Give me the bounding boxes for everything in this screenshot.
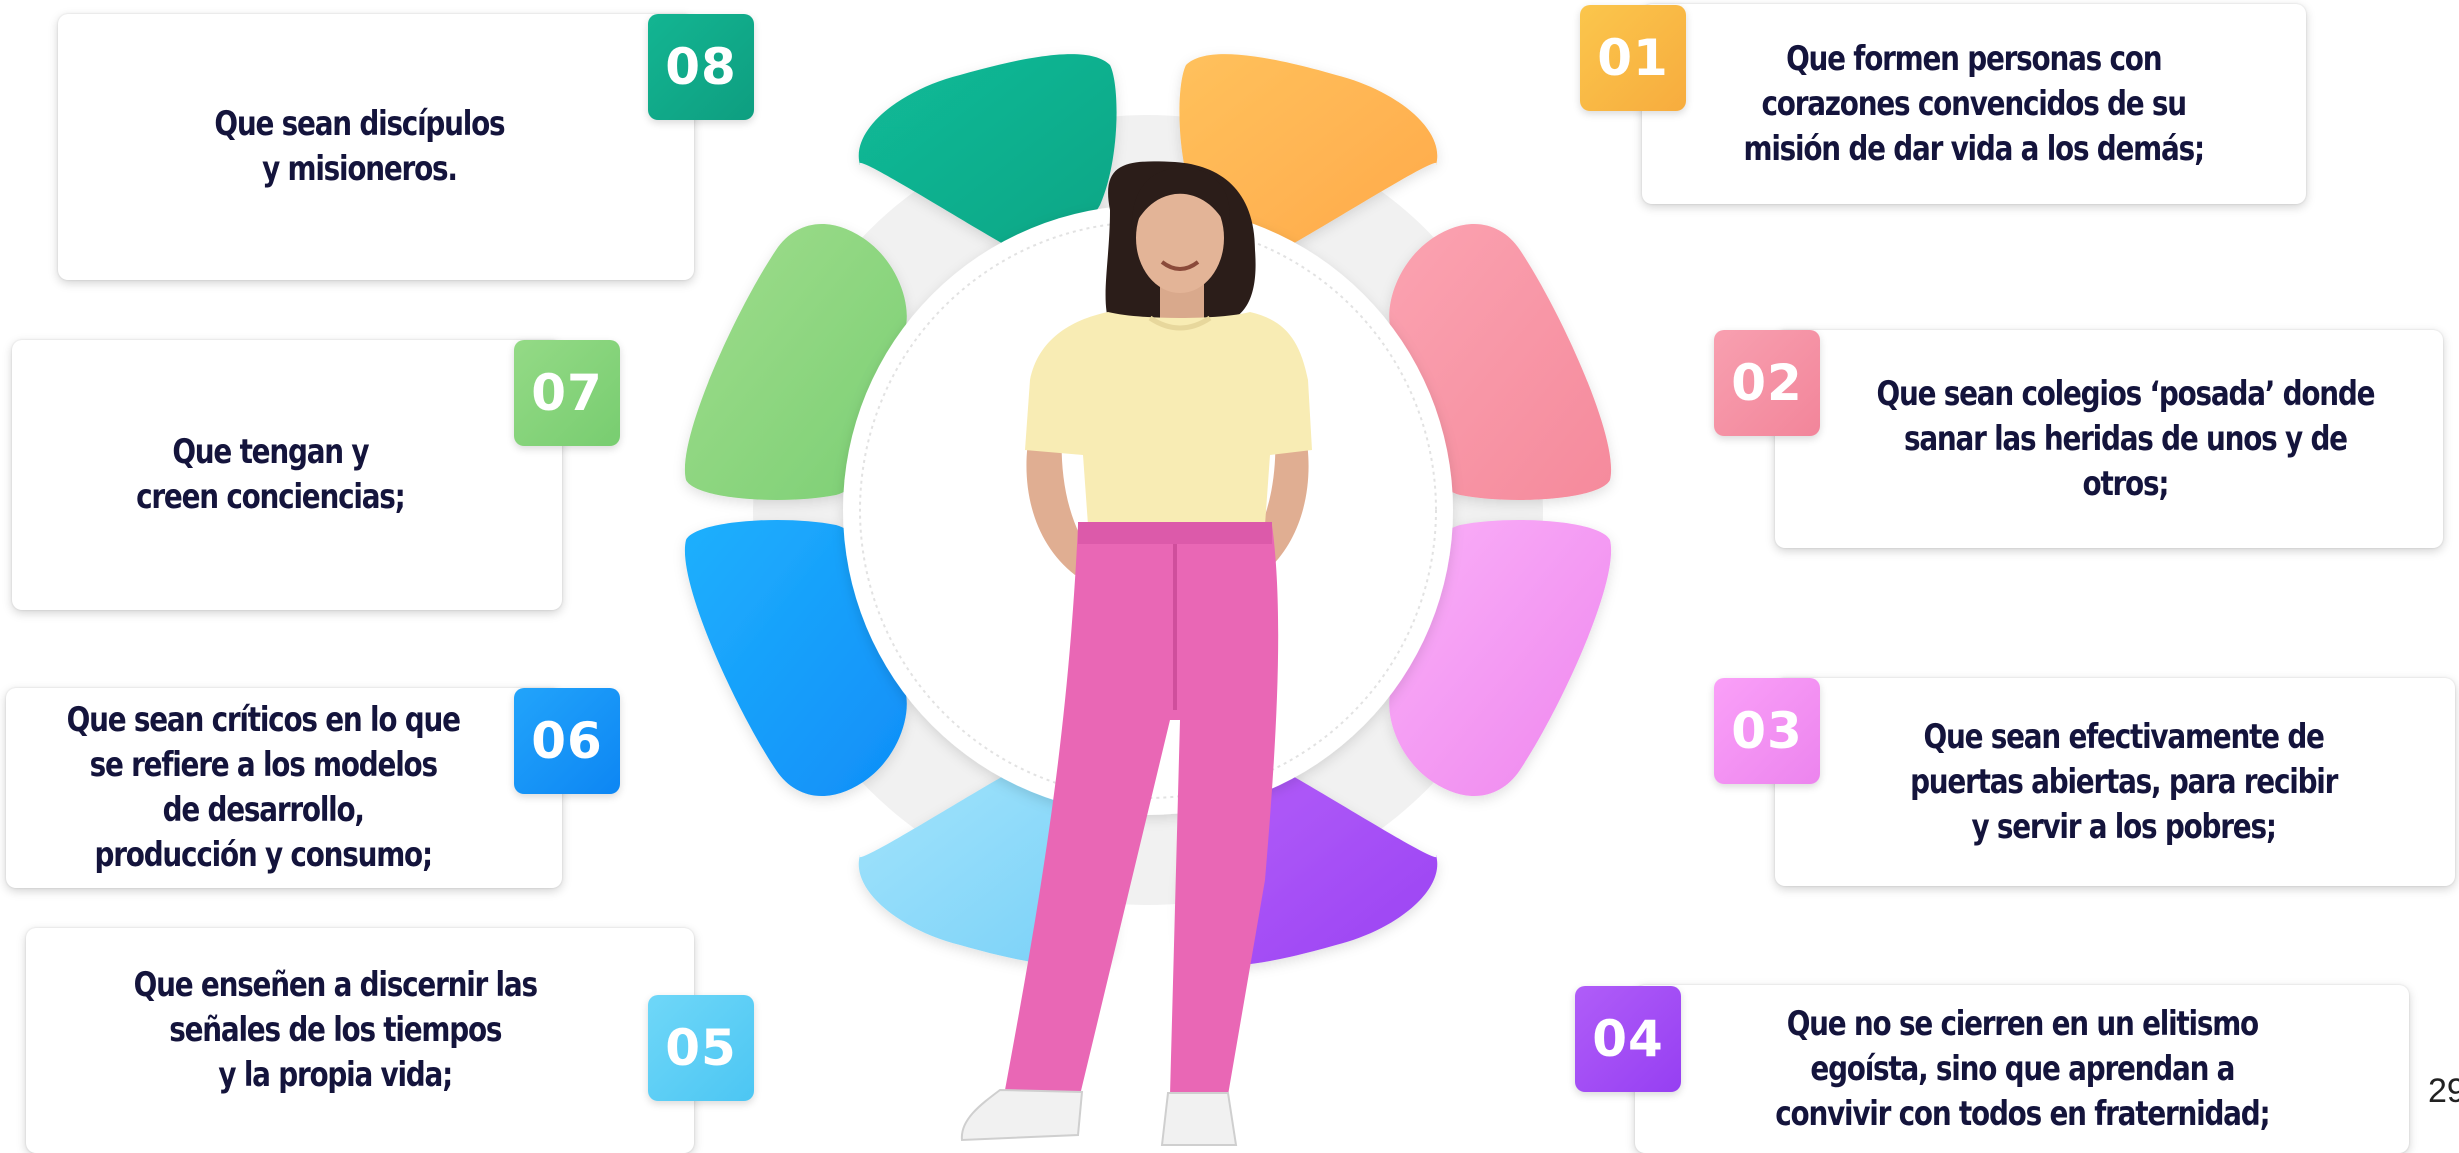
person-waistband xyxy=(1078,522,1272,544)
card-01: Que formen personas con corazones conven… xyxy=(1642,4,2306,204)
card-06-text: Que sean críticos en lo que se refiere a… xyxy=(66,700,461,875)
person-shirt xyxy=(1025,312,1312,525)
card-05: Que enseñen a discernir las señales de l… xyxy=(26,928,694,1153)
card-02-text: Que sean colegios ‘posada’ donde sanar l… xyxy=(1876,373,2375,504)
card-02: Que sean colegios ‘posada’ donde sanar l… xyxy=(1775,330,2443,548)
badge-06-number: 06 xyxy=(531,712,603,770)
badge-06: 06 xyxy=(514,688,620,794)
badge-03: 03 xyxy=(1714,678,1820,784)
badge-07-number: 07 xyxy=(531,364,603,422)
card-03: Que sean efectivamente de puertas abiert… xyxy=(1775,678,2455,886)
card-04: Que no se cierren en un elitismo egoísta… xyxy=(1635,985,2409,1153)
card-04-text: Que no se cierren en un elitismo egoísta… xyxy=(1774,1003,2270,1134)
badge-05: 05 xyxy=(648,995,754,1101)
badge-02-number: 02 xyxy=(1731,354,1803,412)
badge-04-number: 04 xyxy=(1592,1010,1664,1068)
badge-03-number: 03 xyxy=(1731,702,1803,760)
page-number: 29 xyxy=(2428,1072,2459,1110)
person-left-shoe xyxy=(960,1088,1084,1142)
card-06: Que sean críticos en lo que se refiere a… xyxy=(6,688,562,888)
person-right-shoe xyxy=(1160,1092,1238,1146)
card-07-text: Que tengan y creen conciencias; xyxy=(136,432,406,517)
badge-01-number: 01 xyxy=(1597,29,1669,87)
badge-08-number: 08 xyxy=(665,38,737,96)
badge-05-number: 05 xyxy=(665,1019,737,1077)
badge-08: 08 xyxy=(648,14,754,120)
card-03-text: Que sean efectivamente de puertas abiert… xyxy=(1909,716,2338,847)
badge-01: 01 xyxy=(1580,5,1686,111)
badge-02: 02 xyxy=(1714,330,1820,436)
card-08-text: Que sean discípulos y misioneros. xyxy=(214,104,506,189)
card-08: Que sean discípulos y misioneros. xyxy=(58,14,694,280)
card-05-text: Que enseñen a discernir las señales de l… xyxy=(133,965,538,1095)
person-pants xyxy=(1005,525,1279,1095)
badge-07: 07 xyxy=(514,340,620,446)
card-01-text: Que formen personas con corazones conven… xyxy=(1743,38,2206,169)
badge-04: 04 xyxy=(1575,986,1681,1092)
card-07: Que tengan y creen conciencias; xyxy=(12,340,562,610)
